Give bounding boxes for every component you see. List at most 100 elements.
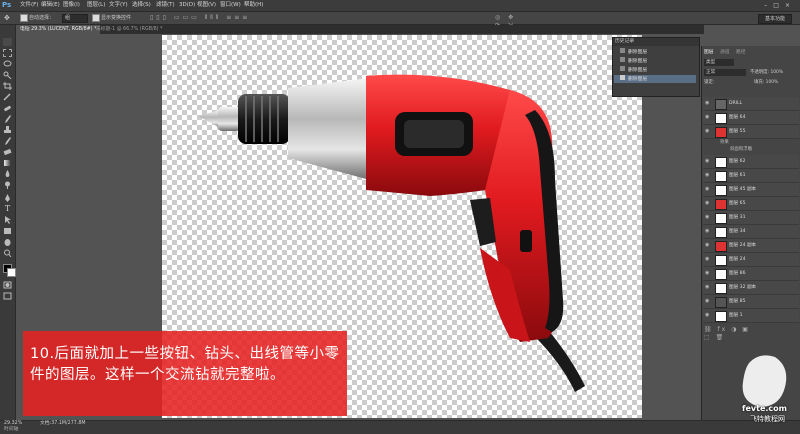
blur-tool-icon[interactable] xyxy=(3,170,12,178)
menu-image[interactable]: 图像(I) xyxy=(63,1,80,10)
dodge-tool-icon[interactable] xyxy=(3,181,12,189)
3d-mode-icons[interactable]: ◎ ✥ ⟳ ⇲ xyxy=(495,14,525,29)
history-item-selected[interactable]: 删除图层 xyxy=(614,75,696,83)
window-controls[interactable]: –□× xyxy=(764,1,796,10)
visibility-eye-icon[interactable]: ◉ xyxy=(705,214,712,221)
visibility-eye-icon[interactable]: ◉ xyxy=(705,270,712,277)
layer-row[interactable]: ◉ 图层 24 xyxy=(703,253,799,267)
visibility-eye-icon[interactable]: ◉ xyxy=(705,312,712,319)
background-color-swatch[interactable] xyxy=(7,268,16,277)
gradient-tool-icon[interactable] xyxy=(3,159,12,167)
eyedropper-tool-icon[interactable] xyxy=(3,93,12,101)
move-tool-icon[interactable]: ✥ xyxy=(4,14,14,22)
visibility-eye-icon[interactable]: ◉ xyxy=(705,186,712,193)
type-tool-icon[interactable]: T xyxy=(3,205,12,213)
timeline-tab[interactable]: 时间轴 xyxy=(4,427,18,433)
layer-thumbnail xyxy=(715,241,727,252)
layer-row[interactable]: ◉ 图层 32 副本 xyxy=(703,281,799,295)
healing-brush-tool-icon[interactable] xyxy=(3,104,12,112)
zoom-tool-icon[interactable] xyxy=(3,249,12,258)
visibility-eye-icon[interactable]: ◉ xyxy=(705,200,712,207)
pen-tool-icon[interactable] xyxy=(3,194,12,202)
eraser-tool-icon[interactable] xyxy=(3,148,12,156)
hand-tool-icon[interactable] xyxy=(3,238,12,246)
show-transform-label: 显示变换控件 xyxy=(101,15,132,21)
auto-select-dropdown[interactable]: 组 xyxy=(62,14,88,23)
tab-layers[interactable]: 图层 xyxy=(704,49,714,56)
layer-filter-dropdown[interactable]: 类型 xyxy=(704,59,734,66)
layer-row[interactable]: ◉ 图层 64 xyxy=(703,111,799,125)
opacity-field[interactable]: 不透明度: 100% xyxy=(750,69,783,76)
menu-type[interactable]: 文字(Y) xyxy=(109,1,128,10)
visibility-eye-icon[interactable]: ◉ xyxy=(705,256,712,263)
blend-mode-dropdown[interactable]: 正常 xyxy=(704,69,746,76)
fill-field[interactable]: 填充: 100% xyxy=(754,79,778,86)
layer-row[interactable]: ◉ 图层 86 xyxy=(703,267,799,281)
menu-help[interactable]: 帮助(H) xyxy=(244,1,263,10)
menu-file[interactable]: 文件(F) xyxy=(20,1,38,10)
layer-row[interactable]: ◉ DRILL xyxy=(703,97,799,111)
layer-row[interactable]: ◉ 图层 65 xyxy=(703,197,799,211)
visibility-eye-icon[interactable]: ◉ xyxy=(705,128,712,135)
layer-thumbnail xyxy=(715,157,727,168)
layer-thumbnail xyxy=(715,311,727,322)
move-tool[interactable] xyxy=(3,38,12,46)
tab-paths[interactable]: 路径 xyxy=(736,49,746,56)
history-panel-title: 历史记录 xyxy=(613,38,699,46)
history-state-icon xyxy=(620,75,625,80)
layer-row[interactable]: ◉ 图层 62 xyxy=(703,155,799,169)
layer-thumbnail xyxy=(715,113,727,124)
auto-select-checkbox[interactable] xyxy=(20,14,28,22)
tab-channels[interactable]: 通道 xyxy=(720,49,730,56)
history-item[interactable]: 删除图层 xyxy=(614,66,696,74)
tab-drill[interactable]: 电钻 29.3% (LUCENT, RGB/8#) * xyxy=(16,25,101,34)
layer-thumbnail xyxy=(715,171,727,182)
show-transform-checkbox[interactable] xyxy=(92,14,100,22)
history-state-icon xyxy=(620,48,625,53)
crop-tool-icon[interactable] xyxy=(3,82,12,90)
history-item[interactable]: 删除图层 xyxy=(614,57,696,65)
path-select-tool-icon[interactable] xyxy=(3,216,12,224)
menu-3d[interactable]: 3D(D) xyxy=(179,1,195,10)
visibility-eye-icon[interactable]: ◉ xyxy=(705,298,712,305)
menu-filter[interactable]: 滤镜(T) xyxy=(156,1,175,10)
shape-tool-icon[interactable] xyxy=(3,227,12,235)
lasso-tool-icon[interactable] xyxy=(3,60,12,68)
workspace-dropdown[interactable]: 基本功能 xyxy=(758,14,792,24)
visibility-eye-icon[interactable]: ◉ xyxy=(705,284,712,291)
layer-actions-icons[interactable]: ⛓ fx ◑ ▣ ⬚ 🗑 xyxy=(704,326,754,341)
quick-mask-icon[interactable] xyxy=(3,281,12,289)
brush-tool-icon[interactable] xyxy=(3,115,12,123)
layer-row[interactable]: ◉ 图层 55 xyxy=(703,125,799,139)
layer-row[interactable]: ◉ 图层 85 xyxy=(703,295,799,309)
menu-select[interactable]: 选择(S) xyxy=(132,1,151,10)
history-item[interactable]: 删除图层 xyxy=(614,48,696,56)
tab-untitled[interactable]: 未标题-1 @ 66.7% (RGB/8) * xyxy=(92,25,166,34)
menu-edit[interactable]: 编辑(E) xyxy=(41,1,60,10)
visibility-eye-icon[interactable]: ◉ xyxy=(705,100,712,107)
visibility-eye-icon[interactable]: ◉ xyxy=(705,242,712,249)
visibility-eye-icon[interactable]: ◉ xyxy=(705,172,712,179)
layer-row[interactable]: ◉ 图层 24 副本 xyxy=(703,239,799,253)
layer-thumbnail xyxy=(715,127,727,138)
screen-mode-icon[interactable] xyxy=(3,292,12,300)
bevel-emboss-effect[interactable]: 斜面和浮雕 xyxy=(730,146,752,153)
watermark-site-name: 飞特教程网 xyxy=(750,415,785,423)
layer-row[interactable]: ◉ 图层 34 xyxy=(703,225,799,239)
clone-stamp-tool-icon[interactable] xyxy=(3,126,12,134)
menu-layer[interactable]: 图层(L) xyxy=(87,1,105,10)
visibility-eye-icon[interactable]: ◉ xyxy=(705,158,712,165)
layer-effects-label[interactable]: 效果 xyxy=(720,139,729,146)
align-icons[interactable]: ▯▯▯ ▭▭▭ ⫴⫴⫴ ≡≡≡ xyxy=(150,14,320,22)
marquee-tool-icon[interactable] xyxy=(3,49,12,57)
menu-view[interactable]: 视图(V) xyxy=(197,1,216,10)
layer-row[interactable]: ◉ 图层 61 xyxy=(703,169,799,183)
history-brush-tool-icon[interactable] xyxy=(3,137,12,145)
menu-window[interactable]: 窗口(W) xyxy=(220,1,241,10)
quick-select-tool-icon[interactable] xyxy=(3,71,12,80)
visibility-eye-icon[interactable]: ◉ xyxy=(705,228,712,235)
layer-row[interactable]: ◉ 图层 1 xyxy=(703,309,799,323)
visibility-eye-icon[interactable]: ◉ xyxy=(705,114,712,121)
layer-row[interactable]: ◉ 图层 45 副本 xyxy=(703,183,799,197)
layer-row[interactable]: ◉ 图层 31 xyxy=(703,211,799,225)
